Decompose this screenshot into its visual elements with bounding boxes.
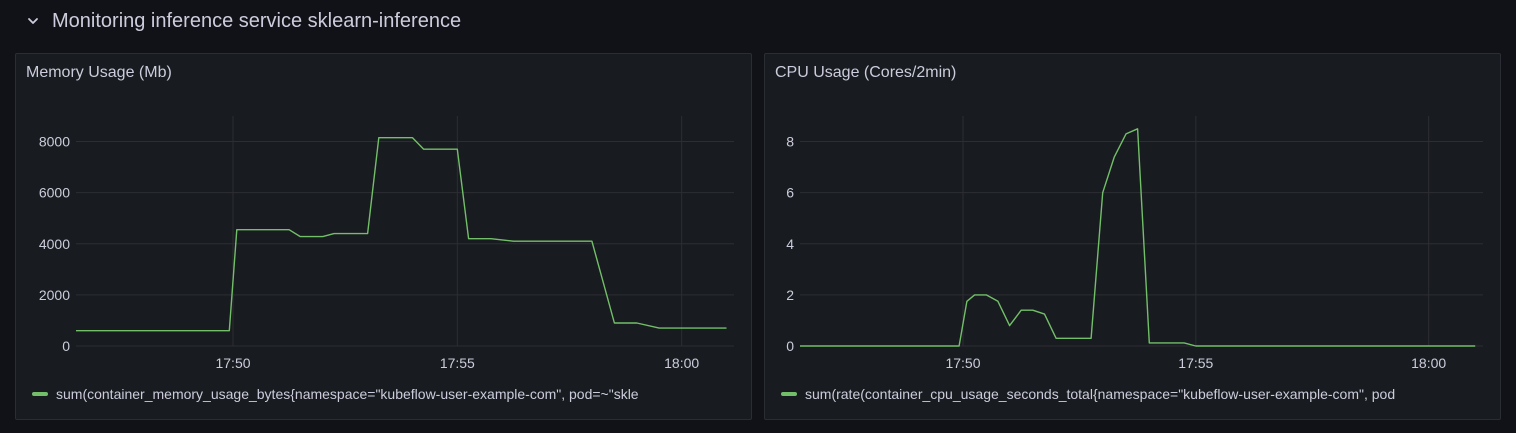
row-title[interactable]: Monitoring inference service sklearn-inf… [52,10,461,33]
chevron-down-icon[interactable] [26,14,40,28]
y-tick-label: 8000 [39,134,70,150]
y-tick-label: 2000 [39,287,70,303]
x-tick-label: 17:50 [215,355,250,371]
y-tick-label: 4000 [39,236,70,252]
cpu-usage-panel[interactable]: CPU Usage (Cores/2min) 0 2 4 6 8 17:50 17:55 18… [764,53,1501,420]
y-tick-label: 2 [786,287,794,303]
y-tick-label: 6000 [39,185,70,201]
chart-legend[interactable]: sum(rate(container_cpu_usage_seconds_tot… [781,384,1490,404]
x-tick-label: 17:50 [945,355,980,371]
dashboard-row-header: Monitoring inference service sklearn-inf… [0,0,1516,44]
legend-swatch [781,392,797,396]
x-tick-label: 17:55 [440,355,475,371]
y-tick-label: 8 [786,134,794,150]
legend-series-label[interactable]: sum(container_memory_usage_bytes{namespa… [56,386,639,402]
memory-usage-panel[interactable]: Memory Usage (Mb) 0 2000 4000 6000 8000 17:50… [15,53,752,420]
y-tick-label: 0 [786,338,794,354]
x-tick-label: 18:00 [1411,355,1446,371]
y-tick-label: 6 [786,185,794,201]
legend-series-label[interactable]: sum(rate(container_cpu_usage_seconds_tot… [805,386,1395,402]
chart-legend[interactable]: sum(container_memory_usage_bytes{namespa… [32,384,741,404]
series-line [76,136,727,332]
cpu-usage-chart[interactable]: 0 2 4 6 8 17:50 17:55 18:00 [765,54,1501,384]
x-tick-label: 18:00 [664,355,699,371]
y-tick-label: 4 [786,236,794,252]
series-line [800,128,1476,347]
legend-swatch [32,392,48,396]
y-tick-label: 0 [62,338,70,354]
memory-usage-chart[interactable]: 0 2000 4000 6000 8000 17:50 17:55 18:00 [16,54,752,384]
x-tick-label: 17:55 [1178,355,1213,371]
